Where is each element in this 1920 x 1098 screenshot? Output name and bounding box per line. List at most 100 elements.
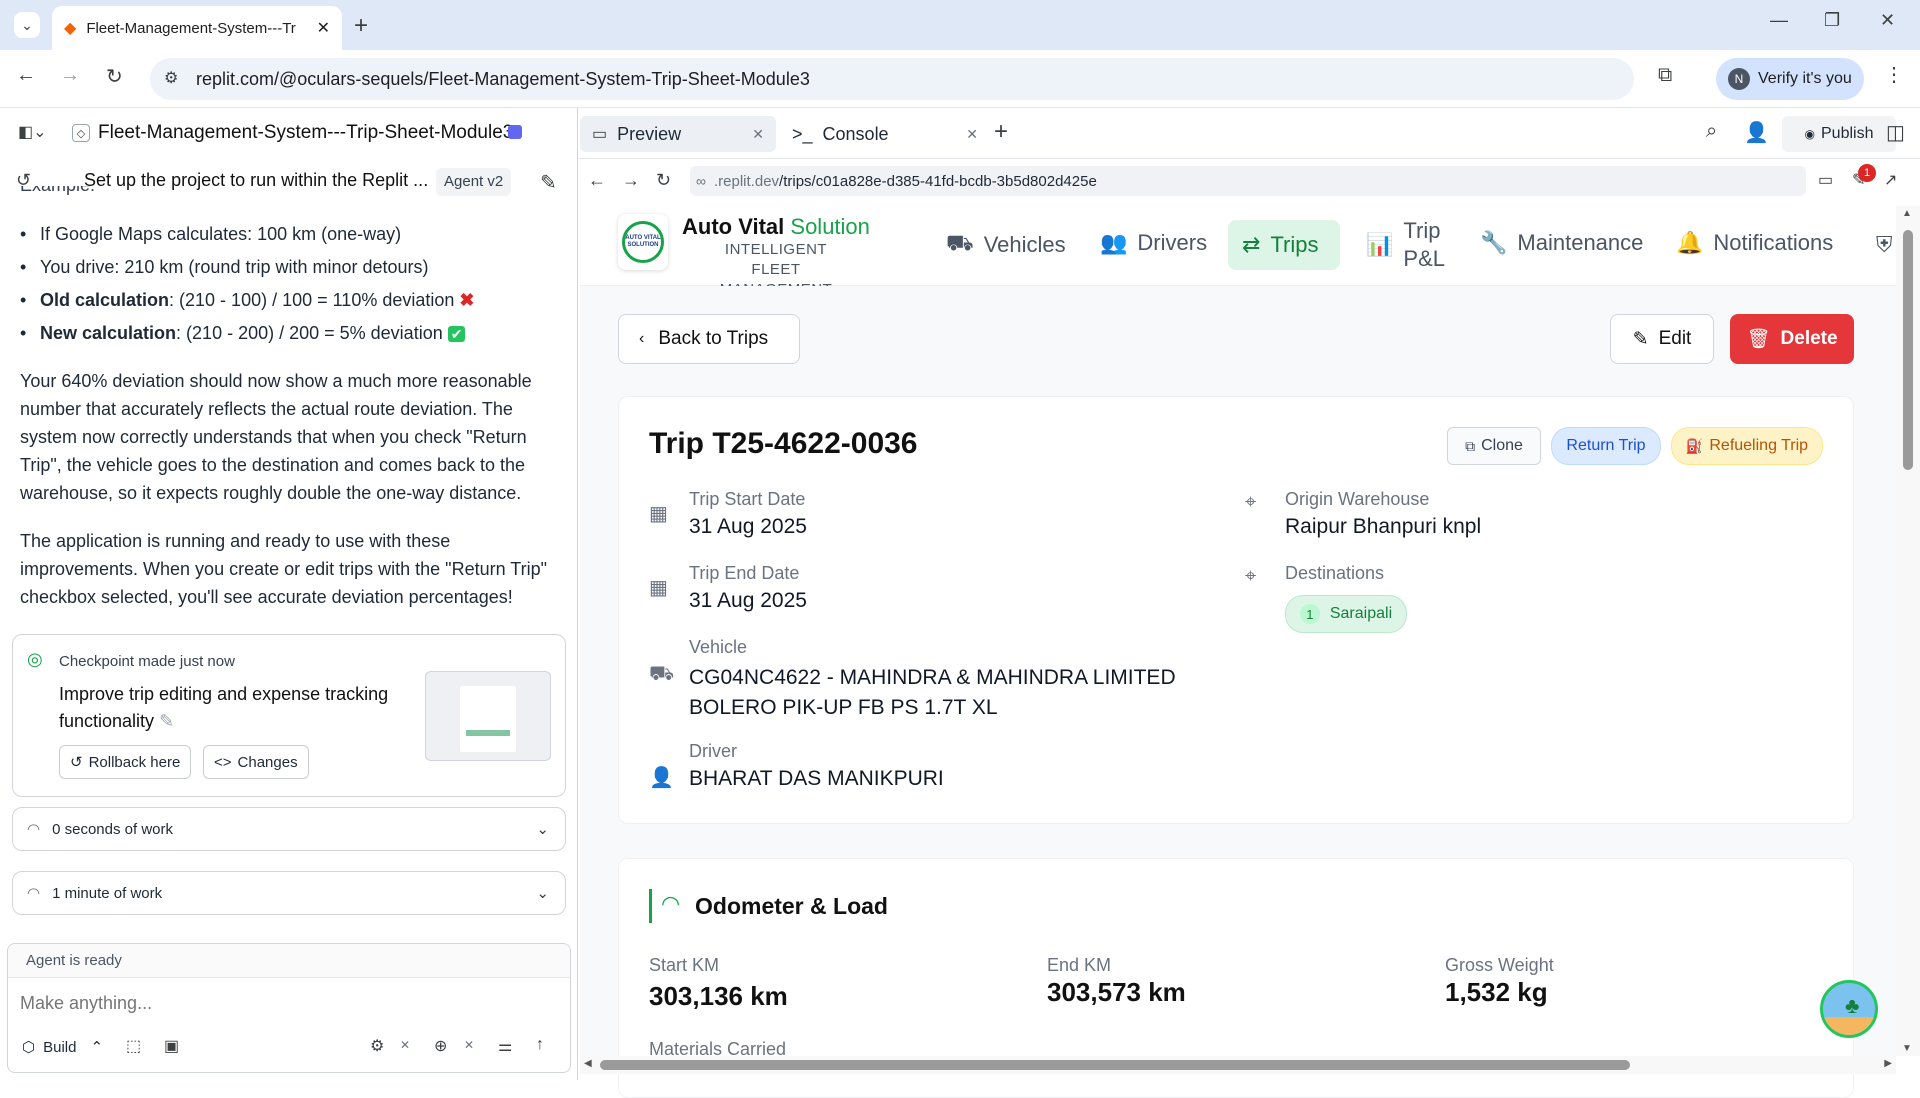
calendar-icon: ▦ [649,503,668,525]
driver-value: BHARAT DAS MANIKPURI [689,767,944,790]
nav-trips[interactable]: ⇄ Trips [1228,220,1340,270]
site-info-icon[interactable]: ⚙ [164,68,178,88]
end-km-label: End KM [1047,955,1112,975]
nav-trip-pl[interactable]: 📊 Trip P&L [1366,216,1456,274]
work-summary-label: 0 seconds of work [52,820,173,838]
list-item: • Old calculation: (210 - 100) / 100 = 1… [20,290,475,310]
copy-icon: ⧉ [1465,437,1476,454]
refueling-trip-badge: ⛽ Refueling Trip [1671,427,1823,465]
preview-url-path: /trips/c01a828e-d385-41fd-bcdb-3b5d802d4… [779,172,1097,190]
tab-preview[interactable]: ▭ Preview ✕ [580,116,776,152]
preview-reload-icon[interactable]: ↻ [656,170,671,191]
vertical-scroll-thumb[interactable] [1903,230,1913,470]
image-icon[interactable]: ▣ [164,1036,179,1056]
destination-number: 1 [1299,604,1320,624]
changes-button[interactable]: <> Changes [203,745,309,779]
verify-label: Verify it's you [1758,70,1852,87]
app-logo[interactable]: AUTO VITAL SOLUTION [618,214,668,270]
end-date-value: 31 Aug 2025 [689,589,807,612]
vehicle-line-1: CG04NC4622 - MAHINDRA & MAHINDRA LIMITED [689,666,1176,689]
list-item: • New calculation: (210 - 200) / 200 = 5… [20,319,560,348]
globe-icon[interactable]: ⊕ [434,1036,447,1056]
layout-toggle-icon[interactable]: ◫ [1886,120,1905,145]
tab-console[interactable]: >_ Console ✕ [786,116,982,152]
tab-close-icon[interactable]: ✕ [317,18,330,38]
work-summary-1[interactable]: ◠ 1 minute of work ⌄ [12,871,566,915]
back-to-trips-button[interactable]: ‹ Back to Trips [618,314,800,364]
build-mode-button[interactable]: ⬡ Build ⌃ [22,1032,103,1062]
nav-drivers[interactable]: 👥 Drivers [1100,230,1207,256]
add-tab-icon[interactable]: + [994,118,1008,146]
nav-notifications[interactable]: 🔔 Notifications [1676,230,1833,256]
tab-title: Fleet-Management-System---Tr [86,19,296,37]
code-icon: <> [214,753,232,771]
forward-icon[interactable]: → [60,64,80,87]
sliders-icon[interactable]: ⚌ [498,1036,512,1056]
cube-icon: ⬡ [22,1039,36,1056]
reload-icon[interactable]: ↻ [106,64,123,89]
gross-weight-value: 1,532 kg [1445,977,1548,1007]
nav-maintenance[interactable]: 🔧 Maintenance [1480,230,1643,256]
return-trip-badge: Return Trip [1551,427,1661,465]
extensions-icon[interactable]: ⧉ [1658,64,1672,87]
replit-logo-icon[interactable]: ◧⌄ [18,122,47,142]
chevron-left-icon: ‹ [639,330,645,347]
address-bar[interactable]: ⚙ replit.com/@oculars-sequels/Fleet-Mana… [150,58,1634,100]
delete-button[interactable]: 🗑 Delete [1730,314,1854,364]
agent-prompt-input[interactable] [20,988,540,1018]
select-element-icon[interactable]: ⬚ [126,1036,141,1056]
browser-tab[interactable]: ◆ Fleet-Management-System---Tr ✕ [52,6,342,50]
pencil-icon[interactable]: ✎ [159,711,174,731]
restore-icon[interactable]: ❐ [1824,10,1840,31]
nav-label: Maintenance [1517,230,1644,255]
agent-paragraph: Your 640% deviation should now show a mu… [20,371,532,503]
tab-close-icon[interactable]: ✕ [752,126,764,143]
send-icon[interactable]: ↑ [536,1036,544,1054]
new-tab-icon[interactable]: + [354,12,368,40]
project-name[interactable]: Fleet-Management-System---Trip-Sheet-Mod… [98,122,513,144]
rollback-button[interactable]: ↺ Rollback here [59,745,192,779]
preview-url-bar[interactable]: ∞ .replit.dev/trips/c01a828e-d385-41fd-b… [690,166,1806,196]
remove-globe-icon[interactable]: ✕ [464,1038,474,1052]
clone-button[interactable]: ⧉ Clone [1447,427,1541,465]
pane-divider[interactable] [577,108,578,1080]
agent-paragraph: The application is running and ready to … [20,531,547,607]
driver-label: Driver [689,741,737,761]
clone-label: Clone [1481,437,1523,454]
remove-chip-icon[interactable]: ✕ [400,1038,410,1052]
nav-vehicles[interactable]: ⛟ Vehicles [946,230,1066,259]
profile-verify-button[interactable]: N Verify it's you [1716,58,1864,100]
assistant-avatar[interactable]: ♣ [1820,980,1878,1038]
invite-user-icon[interactable]: 👤 [1744,120,1769,145]
preview-forward-icon[interactable]: → [622,170,640,191]
brand-part-2: Solution [790,214,870,239]
menu-dots-icon[interactable]: ⋮ [1884,62,1904,87]
shield-icon[interactable]: ⛨ [1876,232,1893,258]
horizontal-scrollbar[interactable]: ◀ ▶ [580,1056,1896,1074]
rollback-label: Rollback here [88,753,181,771]
vertical-scrollbar[interactable]: ▲ ▼ [1896,206,1920,1056]
tab-list-icon[interactable]: ⌄ [14,12,40,38]
window-close-icon[interactable]: ✕ [1880,10,1895,31]
tab-close-icon[interactable]: ✕ [966,126,978,143]
minimize-icon[interactable]: — [1770,10,1788,31]
search-icon[interactable]: ⌕ [1706,120,1717,143]
open-new-window-icon[interactable]: ↗ [1884,170,1897,190]
preview-back-icon[interactable]: ← [588,170,606,191]
agent-input-box: Agent is ready ⬡ Build ⌃ ⬚ ▣ ⚙ ✕ ⊕ ✕ ⚌ ↑ [7,943,571,1073]
bullet-text: : (210 - 100) / 100 = 110% deviation [169,290,455,310]
tab-console-label: Console [822,123,889,144]
checkpoint-thumbnail[interactable] [425,671,551,761]
publish-button[interactable]: ◉ Publish [1782,116,1896,152]
project-badge-icon [508,125,522,139]
user-icon: 👤 [649,767,674,789]
users-icon: 👥 [1100,230,1128,255]
work-summary-0[interactable]: ◠ 0 seconds of work ⌄ [12,807,566,851]
edit-button[interactable]: ✎ Edit [1610,314,1714,364]
start-date-value: 31 Aug 2025 [689,515,807,538]
back-icon[interactable]: ← [16,64,36,87]
horizontal-scroll-thumb[interactable] [600,1060,1630,1070]
chip-icon[interactable]: ⚙ [370,1036,384,1056]
palm-tree-icon: ♣ [1845,993,1860,1018]
devices-icon[interactable]: ▭ [1818,170,1833,190]
